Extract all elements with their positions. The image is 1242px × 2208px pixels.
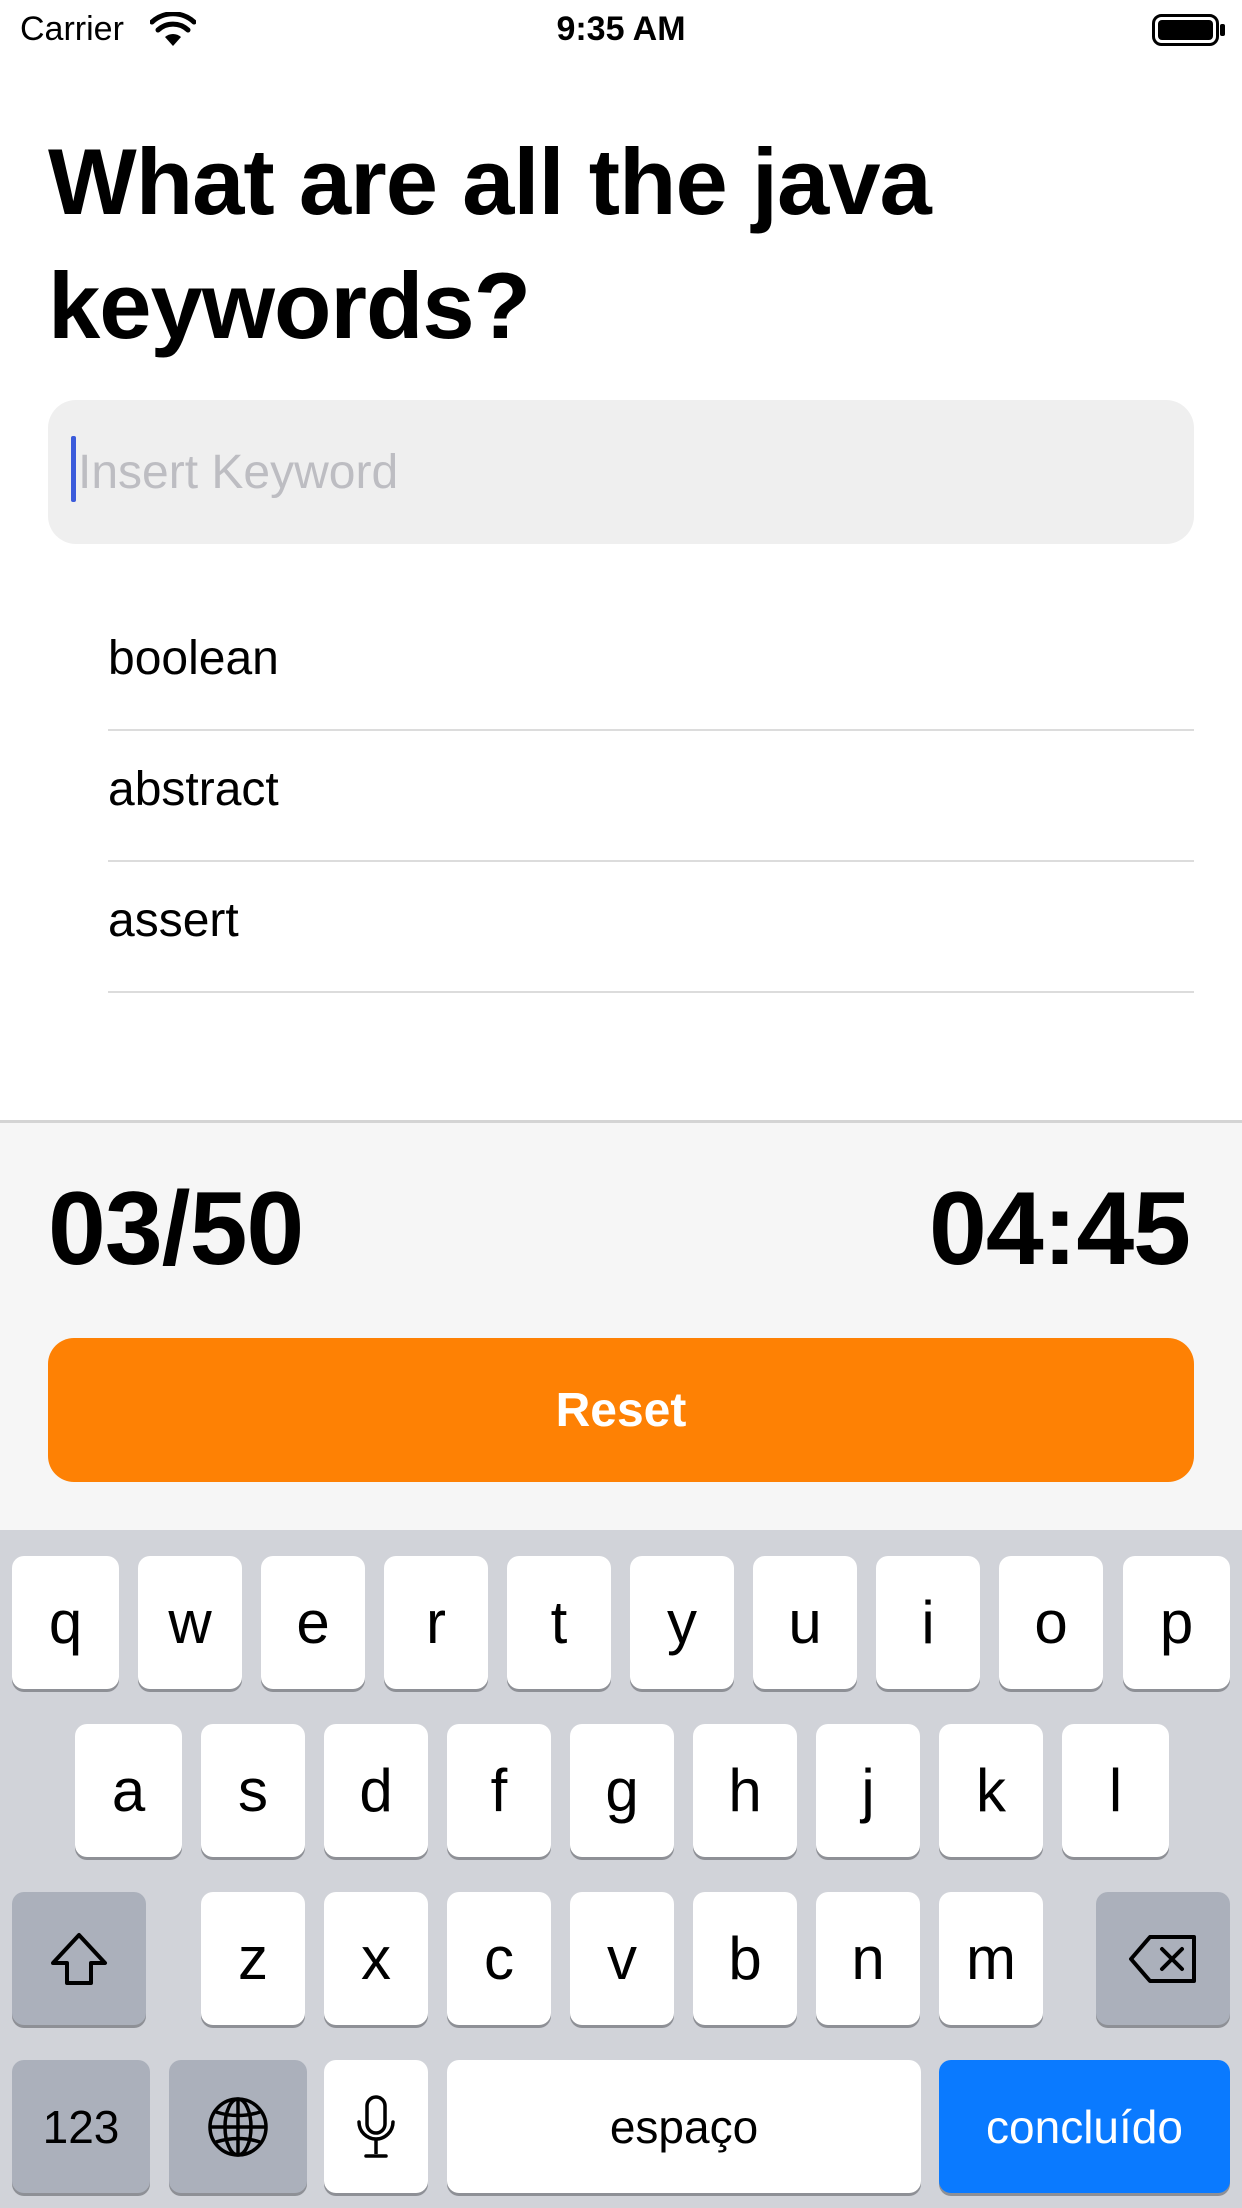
score-counter: 03/50 [48,1171,304,1287]
shift-icon [49,1931,109,1987]
keyboard: q w e r t y u i o p a s d f g h j k l z … [0,1530,1242,2208]
numbers-key[interactable]: 123 [12,2060,150,2193]
key-q[interactable]: q [12,1556,119,1689]
reset-button[interactable]: Reset [48,1338,1194,1482]
shift-key[interactable] [12,1892,146,2025]
key-u[interactable]: u [753,1556,857,1689]
key-f[interactable]: f [447,1724,551,1857]
key-p[interactable]: p [1123,1556,1230,1689]
keyword-input[interactable] [72,400,1178,544]
key-c[interactable]: c [447,1892,551,2025]
backspace-key[interactable] [1096,1892,1230,2025]
key-a[interactable]: a [75,1724,182,1857]
key-j[interactable]: j [816,1724,920,1857]
keyword-input-container [48,400,1194,544]
key-s[interactable]: s [201,1724,305,1857]
key-i[interactable]: i [876,1556,980,1689]
done-key[interactable]: concluído [939,2060,1230,2193]
key-d[interactable]: d [324,1724,428,1857]
globe-icon [206,2095,270,2159]
key-n[interactable]: n [816,1892,920,2025]
globe-key[interactable] [169,2060,307,2193]
text-cursor [71,436,76,502]
countdown-timer: 04:45 [929,1171,1191,1287]
list-item: boolean [108,600,1194,731]
battery-icon [1152,14,1226,46]
key-r[interactable]: r [384,1556,488,1689]
key-x[interactable]: x [324,1892,428,2025]
keyword-list: boolean abstract assert [108,600,1194,993]
key-m[interactable]: m [939,1892,1043,2025]
key-y[interactable]: y [630,1556,734,1689]
status-time: 9:35 AM [556,10,686,48]
key-h[interactable]: h [693,1724,797,1857]
key-o[interactable]: o [999,1556,1103,1689]
key-l[interactable]: l [1062,1724,1169,1857]
key-g[interactable]: g [570,1724,674,1857]
list-item: assert [108,862,1194,993]
key-b[interactable]: b [693,1892,797,2025]
microphone-icon [354,2094,398,2160]
page-title: What are all the java keywords? [48,129,932,358]
list-item: abstract [108,731,1194,862]
microphone-key[interactable] [324,2060,428,2193]
backspace-icon [1128,1934,1198,1984]
key-v[interactable]: v [570,1892,674,2025]
status-bar: Carrier 9:35 AM [0,0,1242,62]
key-w[interactable]: w [138,1556,242,1689]
key-t[interactable]: t [507,1556,611,1689]
space-key[interactable]: espaço [447,2060,921,2193]
key-e[interactable]: e [261,1556,365,1689]
key-k[interactable]: k [939,1724,1043,1857]
key-z[interactable]: z [201,1892,305,2025]
